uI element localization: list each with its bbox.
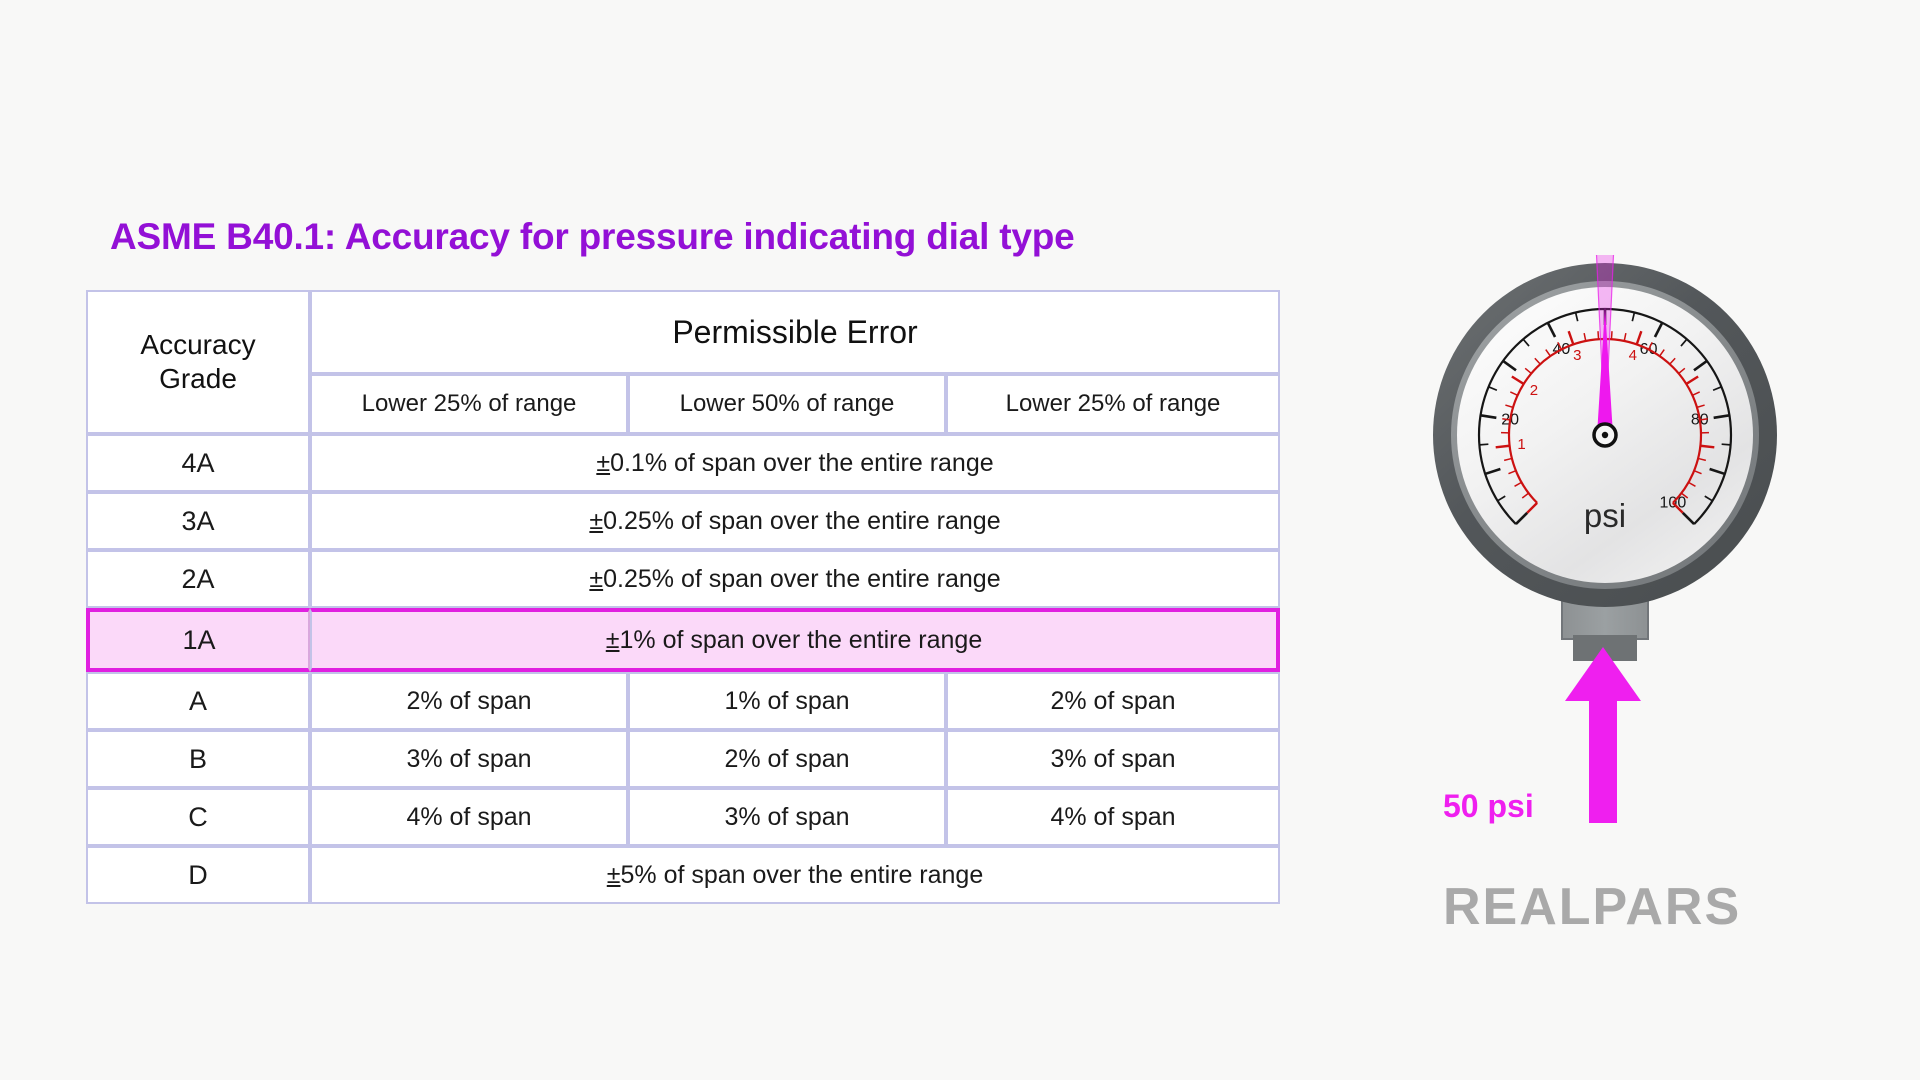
- grade-cell: 4A: [86, 434, 310, 492]
- header-accuracy-grade-line2: Grade: [159, 363, 237, 394]
- permissible-error-cell: ±5% of span over the entire range: [310, 846, 1280, 904]
- header-lower-25-right: Lower 25% of range: [946, 374, 1280, 434]
- permissible-error-cell: 3% of span: [628, 788, 946, 846]
- table-row: 1A ±1% of span over the entire range: [86, 608, 1280, 672]
- permissible-error-cell: 3% of span: [946, 730, 1280, 788]
- table-row: 4A ±0.1% of span over the entire range: [86, 434, 1280, 492]
- header-row-main: Accuracy Grade Permissible Error: [86, 290, 1280, 434]
- grade-cell: 1A: [86, 608, 310, 672]
- grade-cell: D: [86, 846, 310, 904]
- table-row: B 3% of span 2% of span 3% of span: [86, 730, 1280, 788]
- table-body: 4A ±0.1% of span over the entire range 3A ±…: [86, 434, 1280, 904]
- supply-pressure-label: 50 psi: [1443, 788, 1534, 824]
- table-row: D ±5% of span over the entire range: [86, 846, 1280, 904]
- header-accuracy-grade-line1: Accuracy: [140, 328, 256, 360]
- needle-hub-center: [1601, 431, 1609, 439]
- permissible-error-cell: 4% of span: [310, 788, 628, 846]
- permissible-error-cell: 2% of span: [628, 730, 946, 788]
- grade-cell: C: [86, 788, 310, 846]
- supply-pressure-arrow: [1565, 647, 1641, 823]
- table-head: Accuracy Grade Permissible Error Lower 2…: [86, 290, 1280, 434]
- plus-minus-sign: ±: [589, 564, 604, 593]
- table-row: A 2% of span 1% of span 2% of span: [86, 672, 1280, 730]
- plus-minus-sign: ±: [589, 506, 604, 535]
- table-row: 2A ±0.25% of span over the entire range: [86, 550, 1280, 608]
- permissible-error-cell: ±0.25% of span over the entire range: [310, 550, 1280, 608]
- permissible-error-cell: 3% of span: [310, 730, 628, 788]
- realpars-logo: REALPARS: [1443, 878, 1803, 936]
- permissible-error-cell: 2% of span: [946, 672, 1280, 730]
- permissible-error-cell: 1% of span: [628, 672, 946, 730]
- grade-cell: A: [86, 672, 310, 730]
- infographic-canvas: ASME B40.1: Accuracy for pressure indica…: [0, 0, 1920, 1080]
- table-row: C 4% of span 3% of span 4% of span: [86, 788, 1280, 846]
- scale-label: 4: [1629, 347, 1637, 364]
- table-row: 3A ±0.25% of span over the entire range: [86, 492, 1280, 550]
- asme-accuracy-table: Accuracy Grade Permissible Error Lower 2…: [86, 290, 1280, 904]
- scale-label: 1: [1517, 436, 1525, 453]
- scale-tick: [1479, 443, 1489, 446]
- plus-minus-sign: ±: [606, 860, 621, 889]
- scale-tick: [1700, 444, 1715, 449]
- header-lower-25-left: Lower 25% of range: [310, 374, 628, 434]
- gauge-svg: 2040 6080100 123 4 psi: [1433, 255, 1777, 823]
- grade-cell: B: [86, 730, 310, 788]
- scale-tick: [1610, 331, 1613, 340]
- scale-tick: [1495, 444, 1510, 449]
- grade-cell: 2A: [86, 550, 310, 608]
- scale-tick: [1721, 443, 1731, 446]
- header-permissible-error: Permissible Error: [310, 290, 1280, 374]
- grade-cell: 3A: [86, 492, 310, 550]
- header-lower-50-mid: Lower 50% of range: [628, 374, 946, 434]
- accuracy-table-container: Accuracy Grade Permissible Error Lower 2…: [86, 290, 1280, 904]
- realpars-logo-text: REALPARS: [1443, 880, 1741, 936]
- header-accuracy-grade: Accuracy Grade: [86, 290, 310, 434]
- realpars-logo-svg: REALPARS: [1443, 878, 1741, 936]
- scale-tick: [1597, 331, 1600, 340]
- scale-label: 2: [1530, 382, 1538, 399]
- scale-label: 3: [1573, 347, 1581, 364]
- pressure-gauge: 20 40 60 80 100 1234 psi: [1395, 255, 1815, 955]
- permissible-error-cell: ±0.25% of span over the entire range: [310, 492, 1280, 550]
- permissible-error-cell: 2% of span: [310, 672, 628, 730]
- permissible-error-cell: ±0.1% of span over the entire range: [310, 434, 1280, 492]
- plus-minus-sign: ±: [605, 625, 620, 654]
- page-title: ASME B40.1: Accuracy for pressure indica…: [110, 216, 1075, 257]
- permissible-error-cell: 4% of span: [946, 788, 1280, 846]
- gauge-unit-label: psi: [1584, 497, 1626, 534]
- plus-minus-sign: ±: [596, 448, 611, 477]
- permissible-error-cell: ±1% of span over the entire range: [310, 608, 1280, 672]
